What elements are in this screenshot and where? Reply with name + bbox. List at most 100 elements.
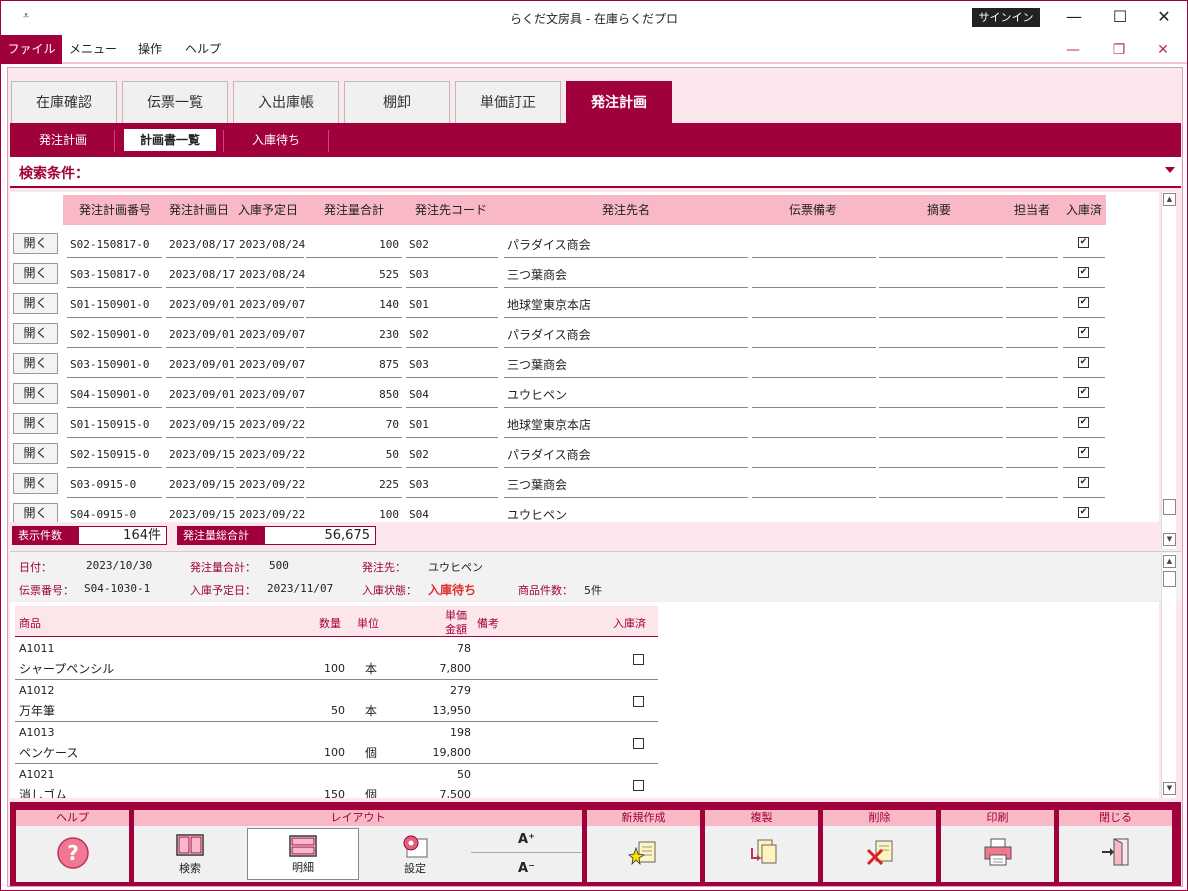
menu-file[interactable]: ファイル xyxy=(1,35,62,64)
doc-restore-button[interactable]: ❐ xyxy=(1099,39,1139,61)
tab-price-correction[interactable]: 単価訂正 xyxy=(455,81,561,123)
doc-minimize-button[interactable]: — xyxy=(1053,39,1093,61)
cell-person xyxy=(1006,296,1058,318)
maximize-button[interactable]: ☐ xyxy=(1097,5,1143,31)
scroll-up-icon[interactable]: ▲ xyxy=(1163,555,1176,568)
line-received-checkbox[interactable] xyxy=(633,654,644,665)
doc-close-button[interactable]: ✕ xyxy=(1143,39,1183,61)
line-received-checkbox[interactable] xyxy=(633,696,644,707)
table-row[interactable]: 開く S02-150915-0 2023/09/15 2023/09/22 50 S02 パ… xyxy=(10,440,1159,470)
line-received-checkbox[interactable] xyxy=(633,738,644,749)
col-header-slip-note[interactable]: 伝票備考 xyxy=(752,195,874,225)
detail-slip: S04-1030-1 xyxy=(84,582,151,595)
received-checkbox[interactable]: ✔ xyxy=(1078,507,1089,518)
tab-slip-list[interactable]: 伝票一覧 xyxy=(122,81,228,123)
col-header-person[interactable]: 担当者 xyxy=(1004,195,1060,225)
layout-search-button[interactable]: 検索 xyxy=(134,828,246,880)
menu-operation[interactable]: 操作 xyxy=(129,35,171,64)
open-button[interactable]: 開く xyxy=(13,383,58,404)
col-header-plan-date[interactable]: 発注計画日 xyxy=(164,195,234,225)
cell-note xyxy=(752,506,876,522)
received-checkbox[interactable]: ✔ xyxy=(1078,417,1089,428)
received-checkbox[interactable]: ✔ xyxy=(1078,327,1089,338)
font-up-button[interactable]: A⁺ xyxy=(471,828,582,853)
tab-inventory[interactable]: 棚卸 xyxy=(344,81,450,123)
list-item[interactable]: A1021 消しゴム 150 個 50 7,500 xyxy=(15,764,658,798)
close-button[interactable]: ✕ xyxy=(1141,5,1187,31)
font-down-button[interactable]: A⁻ xyxy=(471,854,582,880)
col-header-due-date[interactable]: 入庫予定日 xyxy=(234,195,302,225)
signin-button[interactable]: サインイン xyxy=(972,8,1040,27)
new-button[interactable] xyxy=(587,828,700,880)
cell-no: S03-0915-0 xyxy=(67,476,162,498)
open-button[interactable]: 開く xyxy=(13,353,58,374)
layout-detail-button[interactable]: 明細 xyxy=(247,828,359,880)
col-header-qty-total[interactable]: 発注量合計 xyxy=(306,195,402,225)
grid-scrollbar[interactable]: ▲ ▼ xyxy=(1161,192,1176,549)
col-header-supplier-name[interactable]: 発注先名 xyxy=(504,195,748,225)
received-checkbox[interactable]: ✔ xyxy=(1078,357,1089,368)
line-received-checkbox[interactable] xyxy=(633,780,644,791)
detail-scrollbar[interactable]: ▲ ▼ xyxy=(1161,553,1176,798)
open-button[interactable]: 開く xyxy=(13,443,58,464)
cell-no: S01-150915-0 xyxy=(67,416,162,438)
list-item[interactable]: A1012 万年筆 50 本 279 13,950 xyxy=(15,680,658,722)
tab-inout-ledger[interactable]: 入出庫帳 xyxy=(233,81,339,123)
list-item[interactable]: A1011 シャープペンシル 100 本 78 7,800 xyxy=(15,638,658,680)
subtab-awaiting-receipt[interactable]: 入庫待ち xyxy=(236,129,316,151)
received-checkbox[interactable]: ✔ xyxy=(1078,267,1089,278)
cell-name: 三つ葉商会 xyxy=(504,356,748,378)
close-form-button[interactable] xyxy=(1059,828,1172,880)
open-button[interactable]: 開く xyxy=(13,233,58,254)
col-header-received[interactable]: 入庫済 xyxy=(1062,195,1106,225)
search-conditions-bar[interactable]: 検索条件： xyxy=(10,157,1181,188)
scroll-down-icon[interactable]: ▼ xyxy=(1163,533,1176,546)
subtab-plan-list[interactable]: 計画書一覧 xyxy=(124,129,216,151)
open-button[interactable]: 開く xyxy=(13,293,58,314)
line-unit: 本 xyxy=(364,704,377,718)
tab-order-plan[interactable]: 発注計画 xyxy=(566,81,672,124)
table-row[interactable]: 開く S03-150901-0 2023/09/01 2023/09/07 875 S03… xyxy=(10,350,1159,380)
help-button[interactable]: ? xyxy=(16,828,129,880)
expand-triangle-icon[interactable] xyxy=(1165,167,1175,173)
cell-code: S03 xyxy=(406,356,498,378)
open-button[interactable]: 開く xyxy=(13,263,58,284)
scroll-thumb[interactable] xyxy=(1163,499,1176,515)
table-row[interactable]: 開く S02-150901-0 2023/09/01 2023/09/07 230 S02… xyxy=(10,320,1159,350)
scroll-down-icon[interactable]: ▼ xyxy=(1163,782,1176,795)
col-header-plan-no[interactable]: 発注計画番号 xyxy=(68,195,162,225)
open-button[interactable]: 開く xyxy=(13,323,58,344)
print-button[interactable] xyxy=(941,828,1054,880)
table-row[interactable]: 開く S01-150901-0 2023/09/01 2023/09/07 140 S01… xyxy=(10,290,1159,320)
received-checkbox[interactable]: ✔ xyxy=(1078,477,1089,488)
subtab-order-plan[interactable]: 発注計画 xyxy=(26,129,100,151)
toolbar-group-print: 印刷 xyxy=(941,810,1054,882)
minimize-button[interactable]: — xyxy=(1051,5,1097,31)
table-row[interactable]: 開く S02-150817-0 2023/08/17 2023/08/24 100 S02… xyxy=(10,230,1159,260)
received-checkbox[interactable]: ✔ xyxy=(1078,387,1089,398)
table-row[interactable]: 開く S03-0915-0 2023/09/15 2023/09/22 225 S03 三つ… xyxy=(10,470,1159,500)
list-item[interactable]: A1013 ペンケース 100 個 198 19,800 xyxy=(15,722,658,764)
delete-button[interactable] xyxy=(823,828,936,880)
received-checkbox[interactable]: ✔ xyxy=(1078,447,1089,458)
col-header-supplier-code[interactable]: 発注先コード xyxy=(405,195,497,225)
subtab-divider xyxy=(223,130,224,152)
received-checkbox[interactable]: ✔ xyxy=(1078,237,1089,248)
copy-button[interactable] xyxy=(705,828,818,880)
received-checkbox[interactable]: ✔ xyxy=(1078,297,1089,308)
menu-menu[interactable]: メニュー xyxy=(67,35,119,64)
table-row[interactable]: 開く S04-150901-0 2023/09/01 2023/09/07 850 S04… xyxy=(10,380,1159,410)
settings-button[interactable]: 設定 xyxy=(360,828,470,880)
tab-stock-check[interactable]: 在庫確認 xyxy=(11,81,117,123)
detail-supplier: ユウヒペン xyxy=(428,561,483,574)
scroll-up-icon[interactable]: ▲ xyxy=(1163,193,1176,206)
open-button[interactable]: 開く xyxy=(13,413,58,434)
table-row[interactable]: 開く S01-150915-0 2023/09/15 2023/09/22 70 S01 地… xyxy=(10,410,1159,440)
table-row[interactable]: 開く S03-150817-0 2023/08/17 2023/08/24 525 S03… xyxy=(10,260,1159,290)
table-row[interactable]: 開く S04-0915-0 2023/09/15 2023/09/22 100 S04 ユウ… xyxy=(10,500,1159,522)
open-button[interactable]: 開く xyxy=(13,473,58,494)
open-button[interactable]: 開く xyxy=(13,503,58,522)
menu-help[interactable]: ヘルプ xyxy=(179,35,227,64)
col-header-summary[interactable]: 摘要 xyxy=(878,195,1000,225)
scroll-thumb[interactable] xyxy=(1163,571,1176,587)
